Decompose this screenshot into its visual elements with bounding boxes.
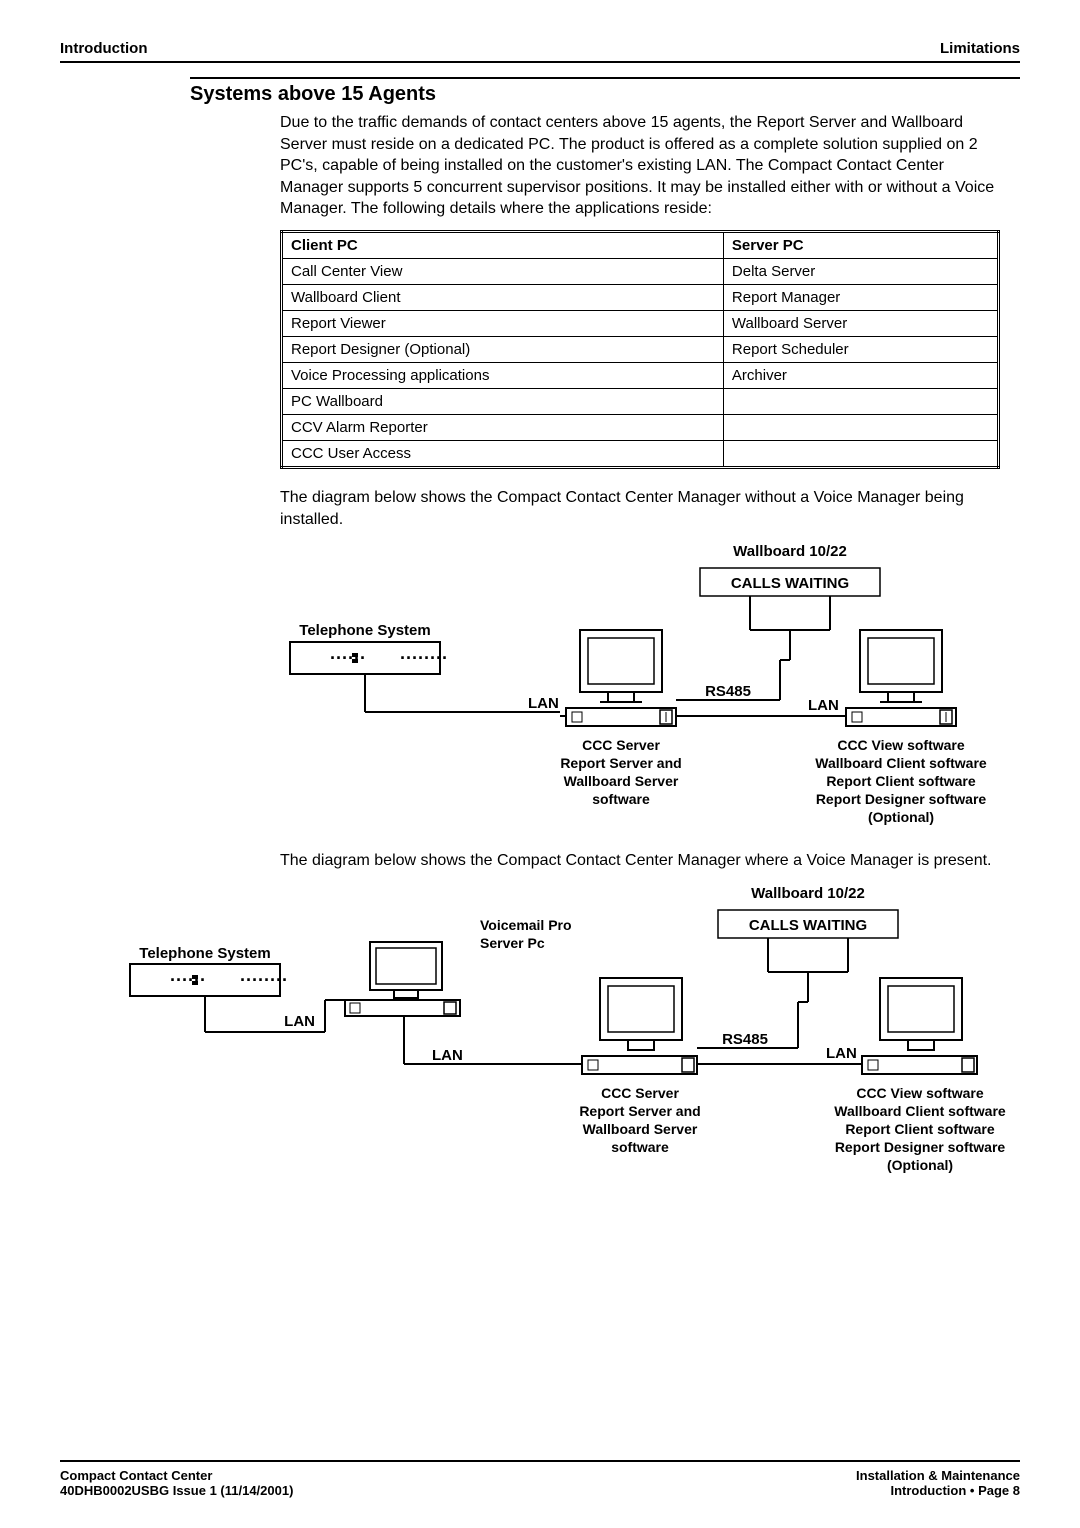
table-header-row: Client PC Server PC xyxy=(282,231,999,258)
page-footer: Compact Contact Center 40DHB0002USBG Iss… xyxy=(60,1460,1020,1498)
paragraph-2: The diagram below shows the Compact Cont… xyxy=(280,487,1000,530)
svg-text:CCC View software: CCC View software xyxy=(837,737,965,753)
svg-text:RS485: RS485 xyxy=(722,1031,768,1048)
svg-text:LAN: LAN xyxy=(284,1013,315,1030)
table-row: Report ViewerWallboard Server xyxy=(282,310,999,336)
table-row: Wallboard ClientReport Manager xyxy=(282,284,999,310)
svg-text:Report Server and: Report Server and xyxy=(579,1103,700,1119)
diagram-with-voice-manager: Wallboard 10/22 CALLS WAITING Telephone … xyxy=(120,882,1020,1192)
svg-text:Server Pc: Server Pc xyxy=(480,935,545,951)
header-right: Limitations xyxy=(940,40,1020,57)
diagram-without-voice-manager: Wallboard 10/22 CALLS WAITING Telephone … xyxy=(280,540,1020,840)
lan-label: LAN xyxy=(528,695,559,712)
monitor-icon xyxy=(345,942,460,1016)
svg-text:Report Server and: Report Server and xyxy=(560,755,681,771)
lan-label-2: LAN xyxy=(808,697,839,714)
monitor-icon xyxy=(862,978,977,1074)
svg-text:software: software xyxy=(592,791,650,807)
table-row: CCC User Access xyxy=(282,440,999,467)
monitor-icon xyxy=(846,630,956,726)
svg-text:CCC Server: CCC Server xyxy=(582,737,660,753)
svg-text:LAN: LAN xyxy=(432,1047,463,1064)
table-row: Report Designer (Optional)Report Schedul… xyxy=(282,336,999,362)
svg-text:CCC View software: CCC View software xyxy=(856,1085,984,1101)
svg-text:Telephone System: Telephone System xyxy=(139,945,270,962)
monitor-icon xyxy=(566,630,676,726)
table-row: Call Center ViewDelta Server xyxy=(282,258,999,284)
paragraph-3: The diagram below shows the Compact Cont… xyxy=(280,850,1000,872)
header-left: Introduction xyxy=(60,40,147,57)
svg-text:Report Designer software: Report Designer software xyxy=(835,1139,1006,1155)
svg-text:······: ······ xyxy=(330,648,366,668)
svg-text:Report Client software: Report Client software xyxy=(845,1121,995,1137)
svg-text:CALLS WAITING: CALLS WAITING xyxy=(749,917,867,934)
svg-text:Wallboard Client software: Wallboard Client software xyxy=(815,755,987,771)
table-row: Voice Processing applicationsArchiver xyxy=(282,362,999,388)
svg-text:(Optional): (Optional) xyxy=(868,809,934,825)
svg-text:CCC Server: CCC Server xyxy=(601,1085,679,1101)
svg-text:LAN: LAN xyxy=(826,1045,857,1062)
table-header-client: Client PC xyxy=(282,231,724,258)
svg-text:······: ······ xyxy=(170,970,206,990)
svg-text:Wallboard 10/22: Wallboard 10/22 xyxy=(751,885,865,902)
footer-left-1: Compact Contact Center xyxy=(60,1468,293,1483)
svg-text:········: ········ xyxy=(400,648,448,668)
footer-right-2: Introduction • Page 8 xyxy=(856,1483,1020,1498)
telephone-system-label: Telephone System xyxy=(299,622,430,639)
rs485-label: RS485 xyxy=(705,683,751,700)
wallboard-title: Wallboard 10/22 xyxy=(733,543,847,560)
svg-text:Voicemail Pro: Voicemail Pro xyxy=(480,917,572,933)
monitor-icon xyxy=(582,978,697,1074)
paragraph-1: Due to the traffic demands of contact ce… xyxy=(280,112,1000,220)
svg-text:Report Client software: Report Client software xyxy=(826,773,976,789)
table-row: CCV Alarm Reporter xyxy=(282,414,999,440)
svg-text:Wallboard Server: Wallboard Server xyxy=(564,773,679,789)
page-header: Introduction Limitations xyxy=(60,40,1020,63)
svg-text:(Optional): (Optional) xyxy=(887,1157,953,1173)
table-header-server: Server PC xyxy=(723,231,998,258)
footer-right-1: Installation & Maintenance xyxy=(856,1468,1020,1483)
svg-text:········: ········ xyxy=(240,970,288,990)
table-row: PC Wallboard xyxy=(282,388,999,414)
svg-text:Wallboard Server: Wallboard Server xyxy=(583,1121,698,1137)
footer-left-2: 40DHB0002USBG Issue 1 (11/14/2001) xyxy=(60,1483,293,1498)
section-title: Systems above 15 Agents xyxy=(190,77,1020,106)
calls-waiting-label: CALLS WAITING xyxy=(731,575,849,592)
pc-table: Client PC Server PC Call Center ViewDelt… xyxy=(280,230,1000,469)
svg-text:Report Designer software: Report Designer software xyxy=(816,791,987,807)
svg-text:software: software xyxy=(611,1139,669,1155)
svg-text:Wallboard Client software: Wallboard Client software xyxy=(834,1103,1006,1119)
